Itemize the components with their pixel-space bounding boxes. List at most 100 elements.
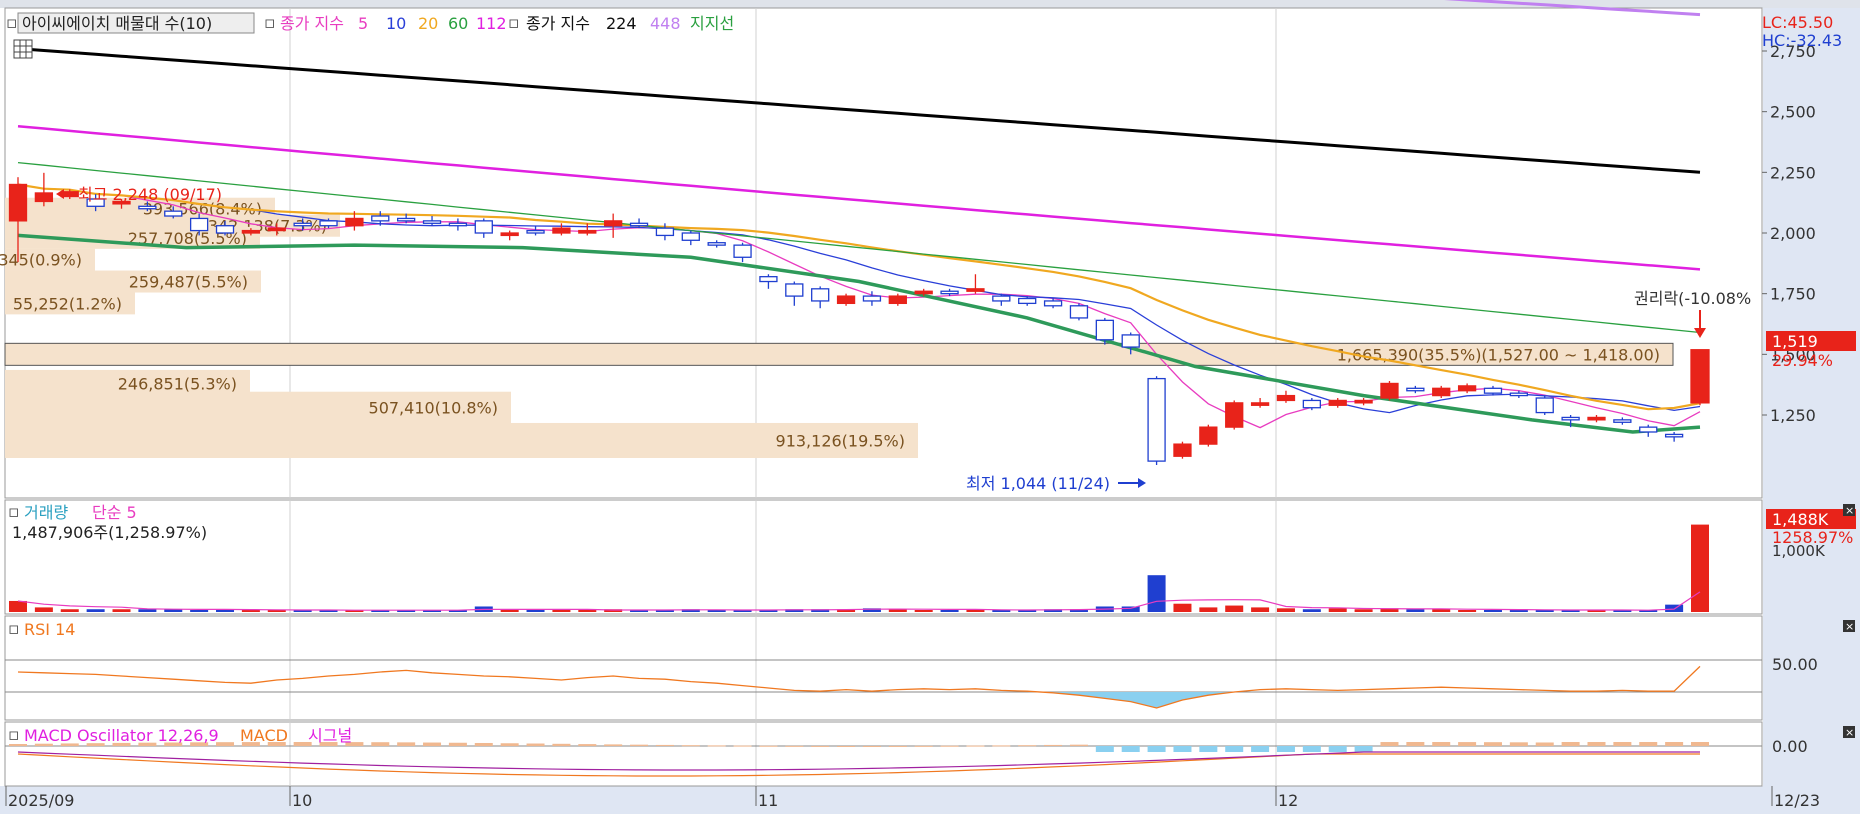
close-icon[interactable]: × <box>1843 726 1855 739</box>
candle <box>681 232 700 241</box>
candle <box>526 229 545 234</box>
table-icon[interactable] <box>13 39 33 59</box>
y-tick-label: 1,750 <box>1770 285 1816 304</box>
candle <box>138 205 157 210</box>
macd-osc-bar <box>1458 742 1477 746</box>
ma112-legend[interactable]: 112 <box>476 14 507 33</box>
macd-osc-bar <box>1483 742 1502 746</box>
legend-square-icon: ▫ <box>6 13 18 33</box>
legend-square-icon: ▫ <box>508 13 520 33</box>
volume-profile-label: 44,345(0.9%) <box>0 251 82 270</box>
ma-legend-title-2[interactable]: 종가 지수 <box>526 14 590 33</box>
candle <box>1043 300 1063 307</box>
x-tick-label: 12 <box>1278 791 1298 810</box>
x-tick-label: 12/23 <box>1774 791 1820 810</box>
volume-value: 1,487,906주(1,258.97%) <box>12 523 207 542</box>
volume-bar <box>1147 575 1166 612</box>
x-tick-label: 11 <box>758 791 778 810</box>
candle <box>422 220 442 224</box>
ma60-legend[interactable]: 60 <box>448 14 468 33</box>
candle <box>371 215 390 222</box>
svg-text:최저 1,044 (11/24): 최저 1,044 (11/24) <box>966 474 1110 493</box>
macd-osc-legend[interactable]: MACD Oscillator 12,26,9 <box>24 726 219 745</box>
candle <box>1069 305 1089 319</box>
volume-bar <box>1432 609 1451 612</box>
volume-bar <box>1354 609 1373 612</box>
macd-osc-bar <box>1302 746 1321 752</box>
macd-osc-bar <box>1432 742 1451 746</box>
candle <box>1380 382 1399 399</box>
volume-profile-label: 913,126(19.5%) <box>776 431 905 450</box>
candle <box>1561 416 1580 421</box>
ma448-legend[interactable]: 448 <box>650 14 681 33</box>
macd-osc-bar <box>940 745 959 747</box>
candle <box>241 229 261 234</box>
volume-bar <box>1406 609 1425 612</box>
macd-legend[interactable]: MACD <box>240 726 288 745</box>
volume-bar <box>1199 607 1218 612</box>
stock-chart: 393,566(8.4%)342,138(7.3%)257,708(5.5%)4… <box>0 0 1860 814</box>
macd-osc-bar <box>1691 742 1709 746</box>
ma5-legend[interactable]: 5 <box>358 14 368 33</box>
macd-osc-bar <box>759 745 778 747</box>
volume-profile-legend[interactable]: 아이씨에이치 매물대 수(10) <box>22 14 212 33</box>
hc-value: HC:-32.43 <box>1762 31 1842 50</box>
y-tick-label: 1,250 <box>1770 406 1816 425</box>
svg-text:×: × <box>1845 726 1854 739</box>
signal-legend[interactable]: 시그널 <box>308 726 352 745</box>
macd-osc-bar <box>1225 746 1244 752</box>
ma-legend-title[interactable]: 종가 지수 <box>280 14 344 33</box>
macd-osc-bar <box>655 744 674 746</box>
close-icon[interactable]: × <box>1843 504 1855 517</box>
macd-osc-bar <box>837 745 856 747</box>
legend-square-icon: ▫ <box>8 502 20 522</box>
candle <box>1225 402 1244 428</box>
volume-bar <box>578 610 597 612</box>
y-tick-label: 2,000 <box>1770 224 1816 243</box>
macd-osc-bar <box>448 742 467 746</box>
volume-bar <box>241 610 260 612</box>
ma10-legend[interactable]: 10 <box>386 14 406 33</box>
volume-profile-label: 259,487(5.5%) <box>129 273 248 292</box>
ma20-legend[interactable]: 20 <box>418 14 438 33</box>
candle <box>293 222 312 227</box>
volume-legend[interactable]: 거래량 <box>24 503 68 522</box>
candle <box>1587 416 1606 421</box>
macd-osc-bar <box>397 742 416 746</box>
volume-profile-label: 246,851(5.3%) <box>118 374 237 393</box>
rsi-legend[interactable]: RSI 14 <box>24 620 75 639</box>
volume-bar <box>1173 603 1192 612</box>
volume-bar <box>1276 608 1295 612</box>
macd-osc-bar <box>1069 744 1088 746</box>
macd-osc-bar <box>811 745 830 747</box>
volume-profile-label: 55,252(1.2%) <box>13 294 122 313</box>
candle <box>1613 419 1632 423</box>
macd-osc-bar <box>1354 746 1373 752</box>
macd-osc-bar <box>733 745 752 747</box>
macd-osc-bar <box>1328 746 1347 752</box>
candle <box>448 222 468 227</box>
macd-osc-bar <box>1639 742 1658 746</box>
macd-osc-bar <box>785 745 804 747</box>
volume-ma-legend[interactable]: 단순 5 <box>92 503 137 522</box>
candle <box>319 220 338 227</box>
macd-osc-bar <box>914 745 933 747</box>
candle <box>1328 399 1347 406</box>
candle <box>164 210 183 217</box>
macd-osc-bar <box>1406 742 1425 746</box>
macd-osc-bar <box>1121 746 1140 752</box>
close-icon[interactable]: × <box>1843 620 1855 633</box>
candle <box>914 290 933 295</box>
volume-bar <box>1691 524 1709 612</box>
ma224-legend[interactable]: 224 <box>606 14 637 33</box>
volume-bar <box>86 609 105 612</box>
x-tick-label: 2025/09 <box>8 791 74 810</box>
volume-bar <box>1251 607 1270 612</box>
macd-osc-bar <box>862 745 881 747</box>
macd-osc-bar <box>604 744 623 746</box>
candle <box>1302 399 1321 409</box>
candle <box>1690 349 1710 404</box>
support-legend[interactable]: 지지선 <box>690 14 734 33</box>
legend-square-icon: ▫ <box>8 619 20 639</box>
candle <box>1173 443 1192 457</box>
